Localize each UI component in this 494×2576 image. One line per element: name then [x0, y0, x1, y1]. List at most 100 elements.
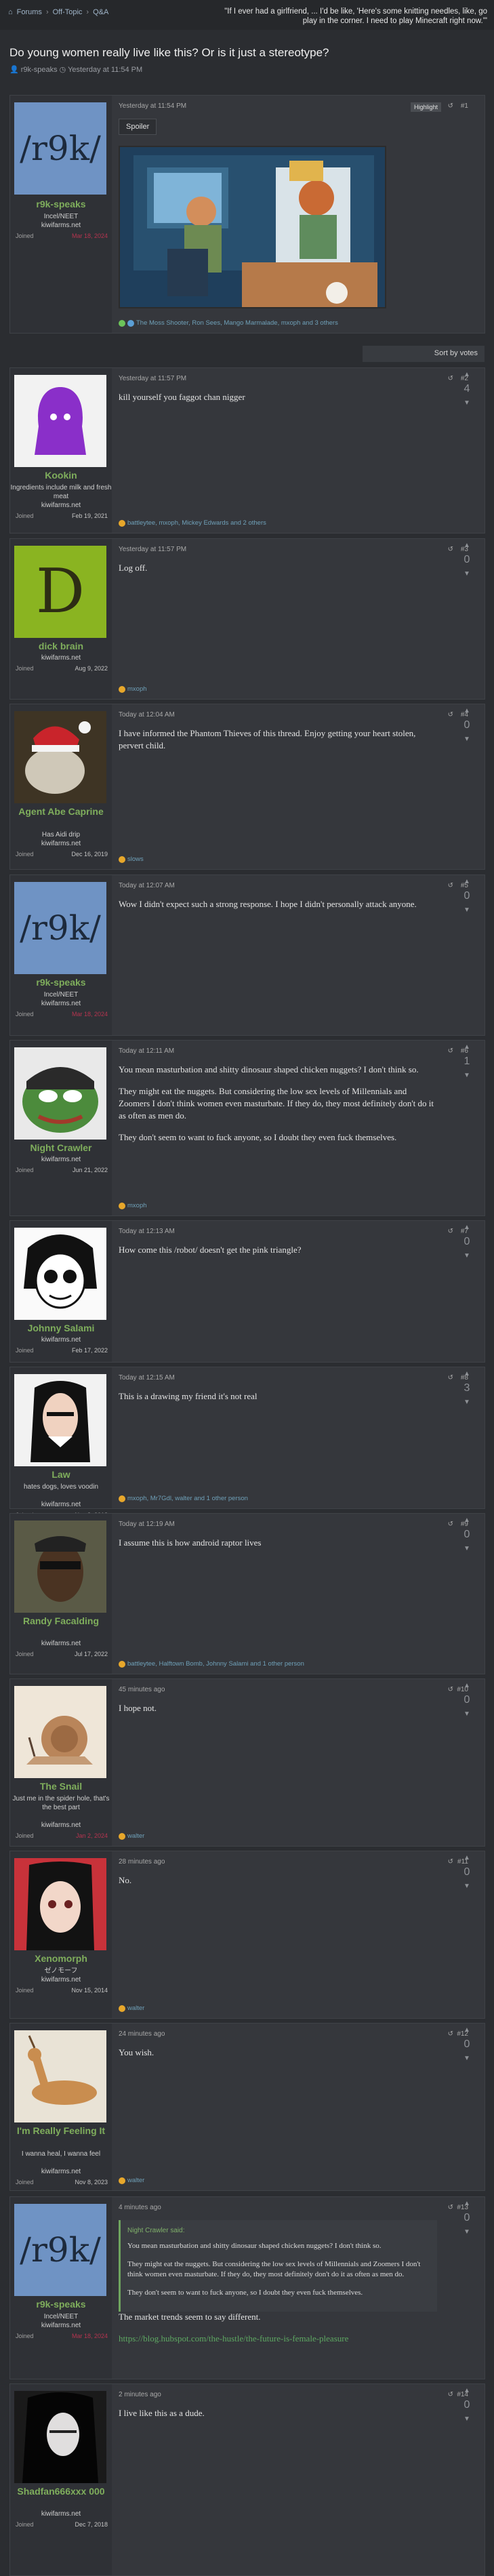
- spoiler-image[interactable]: [119, 146, 386, 308]
- breadcrumb-off-topic[interactable]: Off-Topic: [53, 8, 83, 16]
- reactions-text[interactable]: walter: [127, 2005, 144, 2012]
- vote-up-icon[interactable]: ▲: [453, 1854, 480, 1861]
- reactions-text[interactable]: battleytee, Halftown Bomb, Johnny Salami…: [127, 1660, 304, 1668]
- share-icon[interactable]: ↺: [448, 1228, 453, 1235]
- reactions-bar[interactable]: battleytee, Halftown Bomb, Johnny Salami…: [119, 1660, 304, 1668]
- vote-down-icon[interactable]: ▼: [453, 2415, 480, 2423]
- username[interactable]: Xenomorph: [10, 1953, 112, 1964]
- share-icon[interactable]: ↺: [448, 2391, 453, 2398]
- avatar[interactable]: /r9k/: [14, 882, 106, 974]
- post-time[interactable]: 2 minutes ago: [119, 2391, 161, 2398]
- vote-up-icon[interactable]: ▲: [453, 1516, 480, 1524]
- post-time[interactable]: Today at 12:11 AM: [119, 1047, 174, 1055]
- share-icon[interactable]: ↺: [448, 1521, 453, 1528]
- share-icon[interactable]: ↺: [448, 2030, 453, 2038]
- avatar[interactable]: [14, 1228, 106, 1320]
- vote-down-icon[interactable]: ▼: [453, 1710, 480, 1718]
- username[interactable]: dick brain: [10, 641, 112, 651]
- vote-down-icon[interactable]: ▼: [453, 736, 480, 743]
- external-link[interactable]: https://blog.hubspot.com/the-hustle/the-…: [119, 2333, 348, 2343]
- vote-up-icon[interactable]: ▲: [453, 542, 480, 549]
- post-time[interactable]: 24 minutes ago: [119, 2030, 165, 2038]
- vote-up-icon[interactable]: ▲: [453, 878, 480, 885]
- post-time[interactable]: Yesterday at 11:57 PM: [119, 375, 186, 382]
- username[interactable]: Johnny Salami: [10, 1323, 112, 1333]
- share-icon[interactable]: ↺: [448, 2204, 453, 2211]
- vote-down-icon[interactable]: ▼: [453, 399, 480, 407]
- share-icon[interactable]: ↺: [448, 1374, 453, 1382]
- reactions-bar[interactable]: slows: [119, 856, 144, 863]
- spoiler-button[interactable]: Spoiler: [119, 119, 157, 135]
- username[interactable]: The Snail: [10, 1781, 112, 1792]
- reactions-text[interactable]: walter: [127, 1832, 144, 1840]
- vote-down-icon[interactable]: ▼: [453, 1252, 480, 1260]
- vote-down-icon[interactable]: ▼: [453, 570, 480, 578]
- vote-down-icon[interactable]: ▼: [453, 1072, 480, 1079]
- post-time[interactable]: Today at 12:15 AM: [119, 1374, 175, 1382]
- reactions-bar[interactable]: mxoph: [119, 1202, 147, 1209]
- vote-up-icon[interactable]: ▲: [453, 707, 480, 715]
- vote-up-icon[interactable]: ▲: [453, 1682, 480, 1689]
- username[interactable]: Agent Abe Caprine: [10, 806, 112, 817]
- vote-down-icon[interactable]: ▼: [453, 1883, 480, 1890]
- reactions-bar[interactable]: battleytee, mxoph, Mickey Edwards and 2 …: [119, 519, 266, 527]
- avatar[interactable]: [14, 1686, 106, 1778]
- reactions-text[interactable]: battleytee, mxoph, Mickey Edwards and 2 …: [127, 519, 266, 527]
- username[interactable]: r9k-speaks: [10, 199, 112, 209]
- reactions-text[interactable]: mxoph: [127, 1202, 147, 1209]
- avatar[interactable]: /r9k/: [14, 102, 106, 195]
- reactions-bar[interactable]: walter: [119, 2005, 144, 2012]
- share-icon[interactable]: ↺: [448, 1047, 453, 1055]
- reactions-bar[interactable]: walter: [119, 2177, 144, 2184]
- vote-up-icon[interactable]: ▲: [453, 1224, 480, 1231]
- post-time[interactable]: 4 minutes ago: [119, 2204, 161, 2211]
- reactions-bar[interactable]: The Moss Shooter, Ron Sees, Mango Marmal…: [119, 319, 338, 327]
- post-time[interactable]: Yesterday at 11:57 PM: [119, 546, 186, 553]
- vote-down-icon[interactable]: ▼: [453, 2228, 480, 2236]
- vote-up-icon[interactable]: ▲: [453, 1370, 480, 1377]
- username[interactable]: r9k-speaks: [10, 2299, 112, 2310]
- reactions-bar[interactable]: mxoph, Mr7Gdl, walter and 1 other person: [119, 1495, 248, 1502]
- vote-down-icon[interactable]: ▼: [453, 1398, 480, 1406]
- share-icon[interactable]: ↺: [448, 711, 453, 719]
- vote-up-icon[interactable]: ▲: [453, 2200, 480, 2207]
- avatar[interactable]: [14, 1374, 106, 1466]
- post-time[interactable]: Today at 12:13 AM: [119, 1228, 175, 1235]
- vote-up-icon[interactable]: ▲: [453, 371, 480, 378]
- quote-author[interactable]: Night Crawler said:: [127, 2226, 430, 2236]
- avatar[interactable]: [14, 1858, 106, 1950]
- username[interactable]: r9k-speaks: [10, 977, 112, 988]
- reactions-bar[interactable]: walter: [119, 1832, 144, 1840]
- vote-up-icon[interactable]: ▲: [453, 2026, 480, 2034]
- reactions-text[interactable]: mxoph: [127, 685, 147, 693]
- username[interactable]: Kookin: [10, 470, 112, 481]
- username[interactable]: Shadfan666xxx 000: [10, 2486, 112, 2497]
- avatar[interactable]: [14, 2030, 106, 2122]
- sort-by-votes-button[interactable]: Sort by votes: [363, 346, 485, 362]
- post-time[interactable]: 45 minutes ago: [119, 1686, 165, 1693]
- avatar[interactable]: [14, 1047, 106, 1140]
- reactions-text[interactable]: The Moss Shooter, Ron Sees, Mango Marmal…: [136, 319, 338, 327]
- post-number[interactable]: #1: [461, 102, 468, 110]
- avatar[interactable]: D: [14, 546, 106, 638]
- vote-up-icon[interactable]: ▲: [453, 1043, 480, 1051]
- reactions-bar[interactable]: mxoph: [119, 685, 147, 693]
- post-time[interactable]: 28 minutes ago: [119, 1858, 165, 1866]
- breadcrumb-forums[interactable]: Forums: [17, 8, 42, 16]
- thread-author[interactable]: r9k-speaks: [21, 66, 58, 74]
- post-time[interactable]: Today at 12:07 AM: [119, 882, 175, 889]
- share-icon[interactable]: ↺: [448, 546, 453, 553]
- avatar[interactable]: [14, 711, 106, 803]
- vote-down-icon[interactable]: ▼: [453, 1545, 480, 1552]
- post-time[interactable]: Yesterday at 11:54 PM: [119, 102, 186, 110]
- post-time[interactable]: Today at 12:19 AM: [119, 1521, 175, 1528]
- reactions-text[interactable]: mxoph, Mr7Gdl, walter and 1 other person: [127, 1495, 248, 1502]
- highlight-badge[interactable]: Highlight: [410, 102, 441, 112]
- reactions-text[interactable]: walter: [127, 2177, 144, 2184]
- vote-down-icon[interactable]: ▼: [453, 2055, 480, 2062]
- username[interactable]: I'm Really Feeling It: [10, 2125, 112, 2136]
- avatar[interactable]: /r9k/: [14, 2204, 106, 2296]
- share-icon[interactable]: ↺: [448, 102, 453, 110]
- share-icon[interactable]: ↺: [448, 1858, 453, 1866]
- post-time[interactable]: Today at 12:04 AM: [119, 711, 175, 719]
